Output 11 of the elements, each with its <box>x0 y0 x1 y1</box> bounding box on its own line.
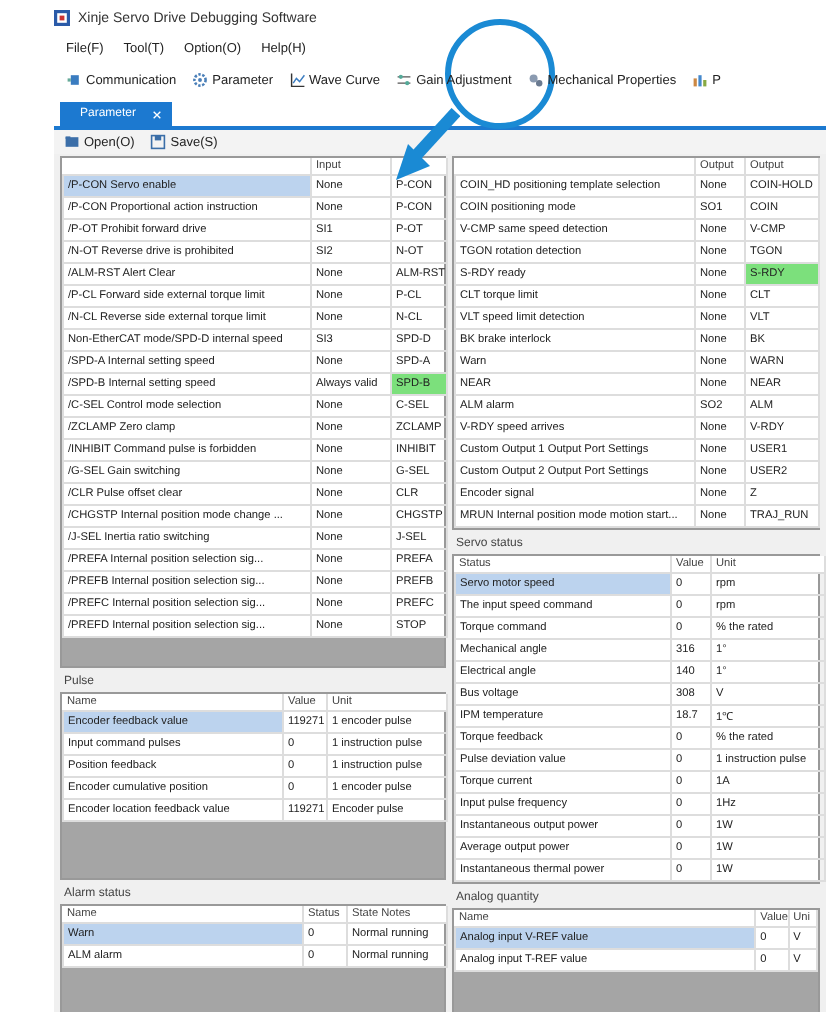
close-icon[interactable] <box>152 109 163 119</box>
annotation-arrow <box>392 108 460 184</box>
chart-icon <box>289 72 306 88</box>
plug-icon <box>66 72 82 88</box>
sliders-icon <box>396 72 413 88</box>
floppy-icon <box>150 134 167 150</box>
folder-icon <box>64 134 80 150</box>
app-icon <box>54 10 70 26</box>
gear-icon <box>192 72 209 88</box>
gears-icon <box>527 72 544 88</box>
bars-icon <box>692 72 709 88</box>
